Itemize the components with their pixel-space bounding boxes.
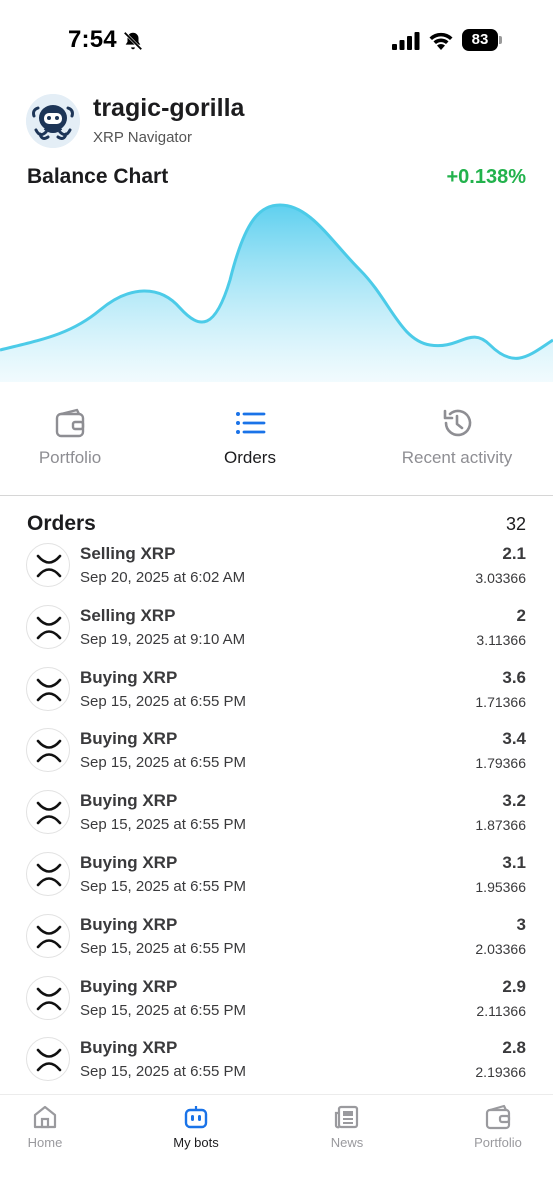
battery-icon: 83 [462,29,502,51]
order-title: Selling XRP [80,544,176,563]
order-row[interactable]: Buying XRP Sep 15, 2025 at 6:55 PM 3.6 1… [0,664,553,726]
xrp-icon [26,913,70,958]
status-bar: 7:54 83 [0,0,553,82]
xrp-icon [26,790,70,835]
order-row[interactable]: Selling XRP Sep 20, 2025 at 6:02 AM 2.1 … [0,540,553,602]
robot-icon [184,1106,208,1129]
order-amount: 3.6 [502,667,526,687]
order-amount: 2.9 [502,976,526,996]
xrp-icon [26,666,70,711]
order-row[interactable]: Buying XRP Sep 15, 2025 at 6:55 PM 2.8 2… [0,1034,553,1096]
order-date: Sep 15, 2025 at 6:55 PM [80,1001,246,1019]
bottom-nav: Home My bots News Portfolio [0,1094,553,1200]
chart-title: Balance Chart [27,165,169,188]
nav-portfolio[interactable]: Portfolio [448,1103,548,1150]
order-date: Sep 15, 2025 at 6:55 PM [80,754,246,772]
order-price: 2.11366 [476,1002,526,1019]
order-date: Sep 19, 2025 at 9:10 AM [80,630,246,648]
chart-change: +0.138% [446,166,526,188]
order-row[interactable]: Buying XRP Sep 15, 2025 at 6:55 PM 3 2.0… [0,911,553,973]
xrp-icon [26,728,70,773]
wallet-icon [55,408,85,438]
home-icon [33,1105,57,1129]
xrp-icon [26,975,70,1020]
wallet-icon [485,1104,511,1130]
orders-list: Selling XRP Sep 20, 2025 at 6:02 AM 2.1 … [0,540,553,1096]
nav-my-bots[interactable]: My bots [146,1103,246,1150]
cellular-signal-icon [392,32,420,50]
order-row[interactable]: Buying XRP Sep 15, 2025 at 6:55 PM 3.2 1… [0,787,553,849]
order-price: 1.95366 [475,878,526,895]
order-price: 3.03366 [475,570,526,586]
order-title: Buying XRP [80,914,178,934]
order-price: 2.03366 [475,940,526,957]
status-time: 7:54 [68,26,117,53]
battery-level: 83 [462,29,498,51]
order-title: Buying XRP [80,791,178,811]
history-icon [443,409,472,437]
order-title: Buying XRP [80,976,178,996]
order-price: 1.87366 [475,817,526,834]
order-title: Buying XRP [80,1038,178,1058]
nav-home[interactable]: Home [0,1103,95,1150]
order-amount: 2 [516,605,526,625]
order-price: 1.71366 [475,693,526,710]
order-amount: 2.1 [502,544,526,563]
newspaper-icon [334,1105,359,1129]
chart-area [0,205,553,382]
order-date: Sep 15, 2025 at 6:55 PM [80,939,246,957]
order-price: 1.79366 [475,755,526,772]
order-price: 2.19366 [475,1064,526,1081]
order-title: Selling XRP [80,605,176,625]
wifi-icon [429,32,453,50]
orders-count: 32 [505,514,526,534]
list-icon [236,412,266,434]
nav-label: My bots [173,1135,219,1150]
tab-label: Portfolio [38,448,102,467]
xrp-icon [26,1037,70,1082]
order-price: 3.11366 [476,631,526,648]
tab-orders[interactable]: Orders [200,400,300,480]
nav-label: Home [27,1135,63,1150]
tab-bar: Portfolio Orders Recent activity [0,400,553,496]
order-row[interactable]: Buying XRP Sep 15, 2025 at 6:55 PM 2.9 2… [0,973,553,1035]
bot-subtitle: XRP Navigator [93,129,192,146]
order-title: Buying XRP [80,729,178,749]
tab-label: Recent activity [401,448,513,467]
tab-recent-activity[interactable]: Recent activity [387,400,527,480]
order-title: Buying XRP [80,852,178,872]
order-date: Sep 15, 2025 at 6:55 PM [80,1063,246,1081]
tab-portfolio[interactable]: Portfolio [20,400,120,480]
order-amount: 3.4 [502,729,526,749]
order-amount: 3 [516,914,526,934]
bell-slash-icon [123,31,143,51]
order-amount: 2.8 [502,1038,526,1058]
bot-name: tragic-gorilla [93,94,245,122]
xrp-icon [26,543,70,587]
order-amount: 3.1 [502,852,526,872]
order-amount: 3.2 [502,791,526,811]
xrp-icon [26,604,70,649]
balance-chart [0,203,553,382]
battery-cap [499,36,502,44]
nav-label: News [330,1135,364,1150]
nav-label: Portfolio [474,1135,522,1150]
xrp-icon [26,851,70,896]
order-date: Sep 20, 2025 at 6:02 AM [80,569,246,586]
orders-title: Orders [27,512,96,535]
nav-news[interactable]: News [297,1103,397,1150]
order-row[interactable]: Buying XRP Sep 15, 2025 at 6:55 PM 3.1 1… [0,849,553,911]
order-row[interactable]: Selling XRP Sep 19, 2025 at 9:10 AM 2 3.… [0,602,553,664]
tab-label: Orders [224,448,276,467]
order-date: Sep 15, 2025 at 6:55 PM [80,692,246,710]
order-row[interactable]: Buying XRP Sep 15, 2025 at 6:55 PM 3.4 1… [0,725,553,787]
avatar-image [26,94,80,148]
octopus-robot-avatar[interactable] [26,94,80,148]
order-date: Sep 15, 2025 at 6:55 PM [80,816,246,834]
order-date: Sep 15, 2025 at 6:55 PM [80,877,246,895]
order-title: Buying XRP [80,667,178,687]
